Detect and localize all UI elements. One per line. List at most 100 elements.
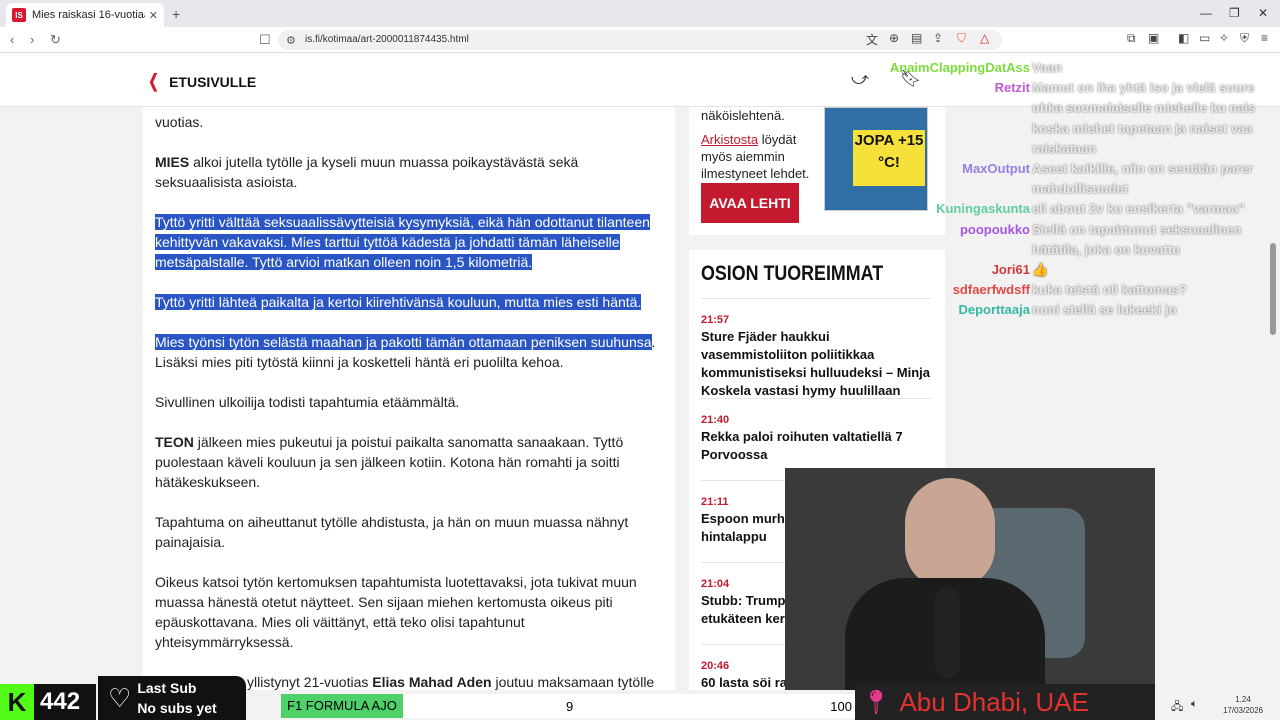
paragraph: Oikeus katsoi tytön kertomuksen tapahtum… [155, 574, 637, 650]
chat-text: Aseet kaikille, niin on sentään parer [1032, 161, 1254, 176]
microphone-shape [935, 588, 960, 678]
ticker-bar: F1 FORMULA AJO 9 100 [281, 694, 856, 718]
reload-icon[interactable]: ↻ [50, 32, 61, 48]
close-window-icon[interactable]: ✕ [1258, 6, 1268, 20]
shield-icon[interactable]: ⛨ [1240, 31, 1249, 46]
kick-viewer-box: K 442 [0, 684, 96, 720]
wallet-icon[interactable]: ▣ [1148, 31, 1159, 45]
paragraph: MIES alkoi jutella tytölle ja kyseli muu… [155, 154, 579, 190]
chat-text: noni siellä se lukeeki jo [1032, 302, 1177, 318]
clock-time: 1.24 [1235, 695, 1251, 704]
last-sub-title: Last Sub [137, 680, 197, 696]
clock-date: 17/03/2026 [1222, 706, 1264, 715]
system-tray: 🖧︎ 🔈︎ 1.24 17/03/2026 [1155, 690, 1280, 720]
url-text: is.fi/kotimaa/art-2000011874435.html [305, 34, 469, 45]
chat-text: uhka suomalaiselle miehelle ku nais [1032, 100, 1256, 116]
heart-icon: ♡ [108, 682, 132, 713]
location-text: Abu Dhabi, UAE [899, 686, 1089, 717]
kick-logo: K [0, 684, 34, 720]
chevron-left-icon: ❮ [148, 71, 159, 91]
lead-word: TEON [155, 434, 194, 450]
paragraph: Sivullinen ulkoilija todisti tapahtumia … [155, 394, 460, 410]
chat-text: kuka teistä oli kattomas? [1032, 282, 1187, 298]
share-icon[interactable]: ⇪ [933, 31, 943, 45]
chat-text: 👍 [1032, 262, 1049, 277]
page-scrollbar[interactable] [1270, 243, 1276, 335]
extensions-icon[interactable]: ⧉ [1127, 31, 1136, 46]
paragraph: vuotias. [155, 114, 204, 130]
news-title: Rekka paloi roihuten valtatiellä 7 Porvo… [701, 429, 903, 462]
paragraph-selected[interactable]: Tyttö yritti välttää seksuaalissävytteis… [155, 212, 665, 272]
zoom-icon[interactable]: ⊕ [889, 31, 899, 45]
location-pin-icon: 📍︎ [861, 688, 892, 716]
vpn-icon[interactable]: ▭ [1199, 31, 1210, 45]
volume-icon[interactable]: 🔈︎ [1191, 698, 1198, 711]
location-box: 📍︎ Abu Dhabi, UAE [855, 684, 1155, 720]
tab-title: Mies raiskasi 16-vuotiaan tytön [32, 9, 145, 21]
stream-overlay-bar: K 442 ♡ Last Sub No subs yet F1 FORMULA … [0, 676, 1280, 720]
browser-tab-bar: IS Mies raiskasi 16-vuotiaan tytön ✕ + —… [0, 0, 1280, 27]
chat-username: Kuningaskunta [936, 201, 1030, 217]
news-title: Sture Fjäder haukkui vasemmistoliiton po… [701, 329, 931, 398]
news-item[interactable]: 21:57 Sture Fjäder haukkui vasemmistolii… [701, 314, 933, 400]
back-icon[interactable]: ‹ [10, 32, 14, 47]
site-info-icon[interactable]: ⚙ [286, 34, 296, 47]
chat-text: Siellä on tapahtunut seksuaalinen [1032, 221, 1242, 237]
lead-word: MIES [155, 154, 190, 170]
paragraph: TEON jälkeen mies pukeutui ja poistui pa… [155, 434, 624, 490]
chat-username: poopoukko [959, 221, 1030, 237]
brave-rewards-icon[interactable]: △ [980, 31, 989, 45]
reader-icon[interactable]: ▤ [911, 31, 922, 45]
chat-text: Vaan [1032, 60, 1063, 75]
brave-shield-icon[interactable]: ⛉ [957, 31, 966, 46]
site-favicon-icon: IS [12, 8, 26, 22]
chat-text: raiskataan [1032, 140, 1097, 156]
streamer-webcam [785, 468, 1155, 690]
back-to-front-page-link[interactable]: ❮ ETUSIVULLE [146, 71, 256, 92]
chat-username: Jori61 [991, 262, 1030, 277]
bookmark-page-icon[interactable]: ☐ [259, 32, 271, 48]
ticker-label: F1 FORMULA AJO [281, 694, 403, 718]
article-body: vuotias. MIES alkoi jutella tytölle ja k… [143, 107, 675, 690]
divider [701, 398, 931, 399]
maximize-icon[interactable]: ❐ [1229, 6, 1240, 20]
forward-icon[interactable]: › [30, 32, 34, 47]
chat-username: sdfaerfwdsff [952, 282, 1030, 298]
menu-icon[interactable]: ≡ [1261, 31, 1268, 45]
browser-nav-bar: ‹ › ↻ ☐ ⚙ is.fi/kotimaa/art-200001187443… [0, 27, 1280, 53]
chat-username: AnaimClappingDatAss [889, 60, 1030, 75]
chat-text: Mamut on iha yhtä iso ja vielä suure [1032, 80, 1255, 96]
paragraph-selected[interactable]: Tyttö yritti lähteä paikalta ja kertoi k… [155, 292, 665, 312]
share-article-icon[interactable]: ⤻ [851, 69, 869, 89]
last-sub-box: ♡ Last Sub No subs yet [98, 676, 246, 720]
news-time: 21:40 [701, 414, 730, 426]
head-shape [905, 478, 995, 588]
back-label: ETUSIVULLE [169, 73, 257, 90]
sidebar-icon[interactable]: ◧ [1178, 31, 1189, 45]
paragraph: Tapahtuma on aiheuttanut tytölle ahdistu… [155, 514, 629, 550]
network-icon[interactable]: 🖧︎ [1171, 698, 1183, 717]
news-item[interactable]: 21:40 Rekka paloi roihuten valtatiellä 7… [701, 414, 933, 464]
open-magazine-button[interactable]: AVAA LEHTI [701, 183, 799, 223]
minimize-icon[interactable]: — [1200, 6, 1212, 20]
chat-username: Retzit [994, 80, 1030, 96]
ticker-right-value: 100 [830, 698, 852, 714]
chat-username: Deporttaaja [958, 302, 1030, 318]
chat-text: hätätila, joka on kuvattu [1032, 241, 1181, 257]
section-title: OSION TUOREIMMAT [701, 262, 884, 285]
close-tab-icon[interactable]: ✕ [149, 9, 158, 22]
new-tab-icon[interactable]: + [172, 6, 180, 22]
translate-icon[interactable]: 文 [866, 31, 878, 48]
digilehti-text: näköislehtenä. [701, 108, 785, 123]
last-sub-value: No subs yet [137, 700, 217, 716]
ticker-middle-value: 9 [566, 698, 574, 714]
paragraph: Mies työnsi tytön selästä maahan ja pako… [155, 334, 656, 370]
chat-username: MaxOutput [962, 161, 1030, 176]
leo-icon[interactable]: ✧ [1219, 31, 1229, 45]
chat-text: mahdollisuudet [1032, 181, 1129, 197]
archive-link[interactable]: Arkistosta [701, 132, 758, 147]
chat-text: koska miehet tapetaan ja naiset vaa [1032, 120, 1253, 136]
browser-tab[interactable]: IS Mies raiskasi 16-vuotiaan tytön ✕ [6, 3, 164, 27]
viewer-count: 442 [40, 688, 81, 715]
chat-text: eli about 2v ku ensikerta "varmaa" [1032, 201, 1245, 217]
